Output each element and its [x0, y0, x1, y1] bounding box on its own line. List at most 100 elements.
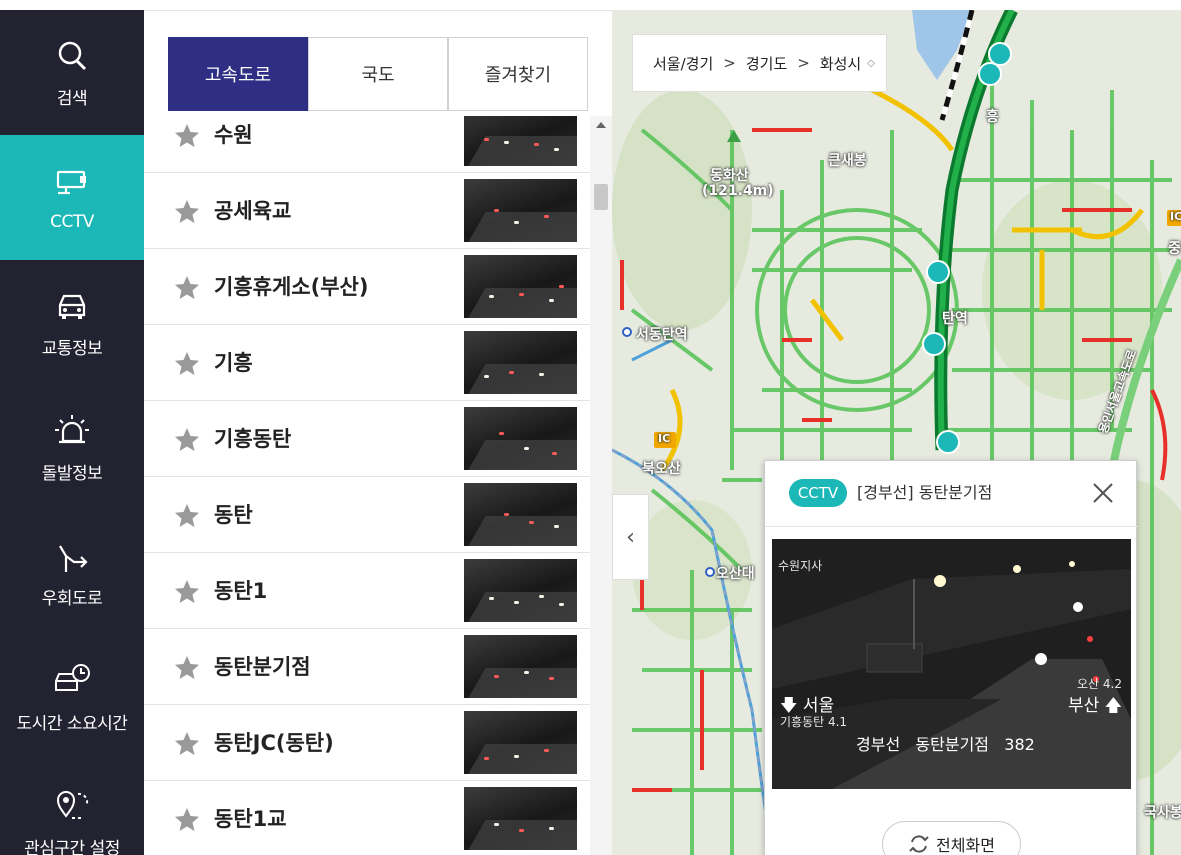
cctv-thumbnail[interactable]	[464, 483, 577, 546]
cctv-name[interactable]: 기흥	[214, 325, 253, 401]
star-icon[interactable]	[172, 805, 202, 835]
scroll-thumb[interactable]	[594, 184, 608, 210]
cctv-thumbnail[interactable]	[464, 179, 577, 242]
left-navigation: 검색 CCTV 교통정보 돌발정보 우회도로 도시간 소요시간 관심구간 설정	[0, 10, 144, 855]
app-root: 검색 CCTV 교통정보 돌발정보 우회도로 도시간 소요시간 관심구간 설정	[0, 0, 1181, 855]
nav-item-interest-section[interactable]: 관심구간 설정	[0, 760, 144, 855]
cctv-list-item[interactable]: 동탄	[144, 477, 590, 553]
nav-item-detour[interactable]: 우회도로	[0, 510, 144, 635]
list-scrollbar[interactable]	[590, 116, 612, 855]
tab-favorites[interactable]: 즐겨찾기	[448, 37, 588, 111]
cctv-thumbnail[interactable]	[464, 331, 577, 394]
cctv-name[interactable]: 수원	[214, 116, 253, 173]
breadcrumb-item-region[interactable]: 서울/경기	[653, 53, 713, 74]
cctv-name[interactable]: 동탄JC(동탄)	[214, 705, 334, 781]
cctv-thumbnail[interactable]	[464, 787, 577, 850]
nav-item-travel-time[interactable]: 도시간 소요시간	[0, 635, 144, 760]
thumb-road	[464, 516, 577, 546]
cctv-thumbnail[interactable]	[464, 559, 577, 622]
star-icon[interactable]	[172, 349, 202, 379]
cctv-list-item[interactable]: 기흥	[144, 325, 590, 401]
cctv-badge: CCTV	[789, 479, 847, 507]
cctv-name[interactable]: 공세육교	[214, 173, 291, 249]
cctv-icon	[56, 170, 86, 194]
close-icon[interactable]	[1091, 481, 1115, 505]
cctv-list-item[interactable]: 공세육교	[144, 173, 590, 249]
thumb-road	[464, 668, 577, 698]
map-label-station-dongtan: 탄역	[942, 311, 968, 327]
star-icon[interactable]	[172, 501, 202, 531]
star-icon[interactable]	[172, 425, 202, 455]
thumb-light	[489, 597, 494, 600]
star-icon[interactable]	[172, 197, 202, 227]
nav-label-search: 검색	[56, 89, 88, 109]
thumb-light	[519, 293, 524, 296]
star-icon[interactable]	[172, 577, 202, 607]
cctv-thumbnail[interactable]	[464, 116, 577, 166]
star-icon[interactable]	[172, 121, 202, 151]
cctv-list-item[interactable]: 수원	[144, 116, 590, 173]
map-label-ic: IC	[658, 432, 671, 445]
tab-expressway[interactable]: 고속도로	[168, 37, 308, 111]
scroll-up-arrow-icon[interactable]	[596, 122, 606, 128]
thumb-light	[494, 209, 499, 212]
thumb-light	[484, 375, 489, 378]
cctv-list-item[interactable]: 동탄1교	[144, 781, 590, 855]
breadcrumb-item-province[interactable]: 경기도	[746, 53, 787, 74]
map-label-jungri: 중리	[1168, 241, 1181, 257]
cctv-list-panel: 고속도로 국도 즐겨찾기 수원 공세육교 기흥휴게소(부산) 기흥 기흥동탄 동탄 동탄1 동…	[144, 10, 612, 855]
video-source-label: 수원지사	[778, 559, 823, 573]
cctv-list-item[interactable]: 동탄분기점	[144, 629, 590, 705]
map-label-osandae: 오산대	[716, 566, 755, 582]
thumb-road	[464, 744, 577, 774]
nav-label-traffic: 교통정보	[41, 339, 103, 359]
chevron-left-icon: ‹	[626, 524, 635, 550]
star-icon[interactable]	[172, 273, 202, 303]
cctv-list-item[interactable]: 동탄JC(동탄)	[144, 705, 590, 781]
cctv-name[interactable]: 동탄1교	[214, 781, 287, 855]
cctv-video[interactable]: 수원지사 🡇 서울 기흥동탄 4.1 오산 4.2 부산 🡅 경부선 동탄분기점…	[772, 539, 1131, 789]
dropdown-icon[interactable]: ◇	[867, 58, 875, 69]
star-icon[interactable]	[172, 729, 202, 759]
location-pin-icon	[56, 791, 89, 819]
cctv-list-item[interactable]: 동탄1	[144, 553, 590, 629]
nav-item-traffic[interactable]: 교통정보	[0, 260, 144, 385]
tab-national-road[interactable]: 국도	[308, 37, 448, 111]
popup-title: [경부선] 동탄분기점	[857, 483, 993, 502]
cctv-list-item[interactable]: 기흥휴게소(부산)	[144, 249, 590, 325]
nav-item-cctv[interactable]: CCTV	[0, 135, 144, 260]
thumb-light	[549, 827, 554, 830]
thumb-light	[494, 675, 499, 678]
thumb-road	[464, 440, 577, 470]
thumb-light	[514, 755, 519, 758]
nav-item-search[interactable]: 검색	[0, 10, 144, 135]
cctv-name[interactable]: 동탄1	[214, 553, 267, 629]
cctv-name[interactable]: 동탄분기점	[214, 629, 311, 705]
cctv-list-item[interactable]: 기흥동탄	[144, 401, 590, 477]
breadcrumb-item-city[interactable]: 화성시	[820, 53, 861, 74]
fullscreen-button[interactable]: 전체화면	[882, 821, 1021, 855]
thumb-light	[534, 143, 539, 146]
nav-item-incident[interactable]: 돌발정보	[0, 385, 144, 510]
thumb-road	[464, 364, 577, 394]
cctv-thumbnail[interactable]	[464, 711, 577, 774]
map-label-mountain: 동화산	[710, 168, 749, 184]
video-left-subtitle: 기흥동탄 4.1	[780, 715, 848, 729]
thumb-light	[524, 447, 529, 450]
thumb-light	[504, 141, 509, 144]
map-label-bukosan: 북오산	[642, 461, 681, 477]
collapse-panel-button[interactable]: ‹	[612, 494, 649, 580]
cctv-name[interactable]: 기흥휴게소(부산)	[214, 249, 368, 325]
star-icon[interactable]	[172, 653, 202, 683]
cctv-thumbnail[interactable]	[464, 407, 577, 470]
traffic-map[interactable]: 서울/경기 > 경기도 > 화성시 ◇ 동화산 (121.4m) 큰새봉 서동탄…	[612, 10, 1181, 855]
cctv-thumbnail[interactable]	[464, 255, 577, 318]
car-icon	[58, 294, 86, 319]
cctv-thumbnail[interactable]	[464, 635, 577, 698]
thumb-light	[484, 757, 489, 760]
thumb-light	[529, 521, 534, 524]
cctv-name[interactable]: 기흥동탄	[214, 401, 291, 477]
thumb-light	[539, 595, 544, 598]
video-caption: 경부선 동탄분기점 382	[856, 735, 1035, 754]
cctv-name[interactable]: 동탄	[214, 477, 253, 553]
